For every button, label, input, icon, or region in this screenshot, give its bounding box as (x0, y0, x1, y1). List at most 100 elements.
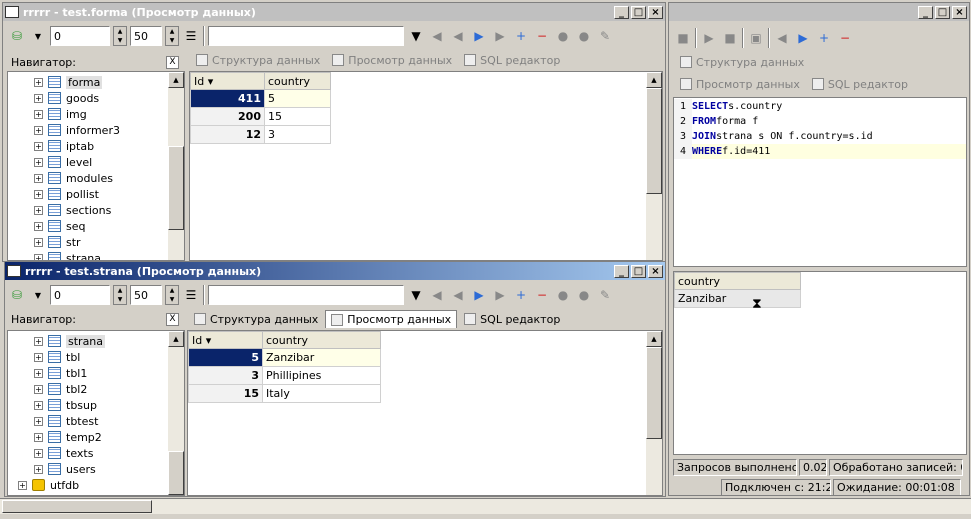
delete-icon[interactable]: − (836, 29, 854, 47)
prev-icon[interactable]: ◀ (449, 27, 467, 45)
column-header[interactable]: country (264, 72, 331, 90)
filter-input[interactable] (208, 285, 404, 305)
tab-structure[interactable]: Структура данных (189, 311, 323, 328)
expand-icon[interactable]: + (34, 432, 43, 442)
navigator-item[interactable]: + users (8, 461, 184, 477)
country-cell[interactable]: Phillipines (262, 366, 381, 385)
navigator-item[interactable]: + tbl1 (8, 365, 184, 381)
copy-icon[interactable]: ▣ (747, 29, 765, 47)
scroll-thumb[interactable] (2, 500, 152, 513)
filter-icon[interactable]: ▼ (407, 286, 425, 304)
expand-icon[interactable]: + (34, 400, 43, 410)
strana-titlebar[interactable]: rrrrr - test.strana (Просмотр данных) _ … (5, 262, 665, 280)
country-cell[interactable]: Italy (262, 384, 381, 403)
id-cell[interactable]: 15 (188, 384, 263, 403)
grid-scrollbar[interactable]: ▲ (646, 72, 662, 260)
refresh-icon[interactable]: ● (575, 27, 593, 45)
navigator-item[interactable]: + sections (8, 202, 184, 218)
tab-structure[interactable]: Структура данных (675, 54, 809, 71)
expand-icon[interactable]: + (34, 157, 43, 167)
id-cell[interactable]: 200 (190, 107, 265, 126)
sql-editor[interactable]: 1 SELECT s.country 2 FROM forma f3 JOIN s… (673, 97, 967, 267)
expand-icon[interactable]: + (34, 352, 43, 362)
filter-input[interactable] (208, 26, 404, 46)
scroll-thumb[interactable] (646, 347, 662, 439)
table-row[interactable]: 5 Zanzibar (188, 348, 381, 367)
next-icon[interactable]: ▶ (470, 27, 488, 45)
count-spinner[interactable]: ▲ ▼ (165, 26, 179, 46)
column-header[interactable]: country (262, 331, 381, 349)
result-cell[interactable]: Zanzibar (674, 289, 801, 308)
navigator-item[interactable]: + informer3 (8, 122, 184, 138)
delete-icon[interactable]: − (533, 27, 551, 45)
navigator-item[interactable]: + str (8, 234, 184, 250)
table-row[interactable]: 15 Italy (188, 384, 381, 403)
expand-icon[interactable]: + (34, 221, 43, 231)
last-icon[interactable]: ▶ (491, 27, 509, 45)
expand-icon[interactable]: + (34, 205, 43, 215)
navigator-item[interactable]: + iptab (8, 138, 184, 154)
expand-icon[interactable]: + (34, 189, 43, 199)
table-row[interactable]: 12 3 (190, 125, 331, 144)
chevron-down-icon[interactable]: ▼ (29, 27, 47, 45)
minimize-icon[interactable]: _ (614, 264, 629, 278)
maximize-icon[interactable]: □ (631, 5, 646, 19)
navigator-item[interactable]: + tbsup (8, 397, 184, 413)
database-icon[interactable]: ⛁ (8, 27, 26, 45)
expand-icon[interactable]: + (34, 368, 43, 378)
expand-icon[interactable]: + (34, 125, 43, 135)
tab-data-view[interactable]: Просмотр данных (675, 76, 805, 93)
table-row[interactable]: 411 5 (190, 89, 331, 108)
delete-icon[interactable]: − (533, 286, 551, 304)
navigator-item-database[interactable]: + utfdb (8, 477, 184, 493)
sql-line[interactable]: 1 SELECT s.country (674, 99, 966, 114)
navigator-scrollbar[interactable]: ▲ (168, 331, 184, 495)
navigator-item[interactable]: + temp2 (8, 429, 184, 445)
close-icon[interactable]: × (648, 264, 663, 278)
expand-icon[interactable]: + (34, 448, 43, 458)
columns-icon[interactable]: ☰ (182, 27, 200, 45)
add-icon[interactable]: + (512, 286, 530, 304)
filter-icon[interactable]: ▼ (407, 27, 425, 45)
expand-icon[interactable]: + (34, 77, 43, 87)
close-icon[interactable]: × (952, 5, 967, 19)
maximize-icon[interactable]: □ (935, 5, 950, 19)
chevron-down-icon[interactable]: ▼ (29, 286, 47, 304)
navigator-item[interactable]: + seq (8, 218, 184, 234)
from-input[interactable] (50, 26, 110, 46)
scroll-up-icon[interactable]: ▲ (168, 331, 184, 347)
stop-icon[interactable]: ■ (721, 29, 739, 47)
table-row[interactable]: 200 15 (190, 107, 331, 126)
columns-icon[interactable]: ☰ (182, 286, 200, 304)
minimize-icon[interactable]: _ (918, 5, 933, 19)
edit-icon[interactable]: ✎ (596, 27, 614, 45)
column-header[interactable]: Id ▾ (190, 72, 265, 90)
navigator-item[interactable]: + tbl2 (8, 381, 184, 397)
tab-data-view[interactable]: Просмотр данных (325, 310, 458, 328)
navigator-item[interactable]: + strana (8, 333, 184, 349)
navigator-item[interactable]: + modules (8, 170, 184, 186)
maximize-icon[interactable]: □ (631, 264, 646, 278)
expand-icon[interactable]: + (34, 109, 43, 119)
scroll-thumb[interactable] (168, 146, 184, 230)
count-input[interactable] (130, 285, 162, 305)
navigator-item[interactable]: + strana (8, 250, 184, 260)
id-cell[interactable]: 12 (190, 125, 265, 144)
first-icon[interactable]: ◀ (428, 27, 446, 45)
id-cell[interactable]: 3 (188, 366, 263, 385)
country-cell[interactable]: Zanzibar (262, 348, 381, 367)
next-icon[interactable]: ▶ (794, 29, 812, 47)
tab-sql-editor[interactable]: SQL редактор (459, 52, 565, 69)
edit-icon[interactable]: ✎ (596, 286, 614, 304)
tab-sql-editor[interactable]: SQL редактор (459, 311, 565, 328)
navigator-item[interactable]: + tbtest (8, 413, 184, 429)
navigator-item[interactable]: + level (8, 154, 184, 170)
sql-titlebar[interactable]: _ □ × (669, 3, 969, 21)
navigator-item[interactable]: + pollist (8, 186, 184, 202)
sql-line[interactable]: 4 WHERE f.id=411 (674, 144, 966, 159)
last-icon[interactable]: ▶ (491, 286, 509, 304)
next-icon[interactable]: ▶ (470, 286, 488, 304)
tab-structure[interactable]: Структура данных (191, 52, 325, 69)
close-icon[interactable]: × (648, 5, 663, 19)
record-icon[interactable]: ● (554, 286, 572, 304)
